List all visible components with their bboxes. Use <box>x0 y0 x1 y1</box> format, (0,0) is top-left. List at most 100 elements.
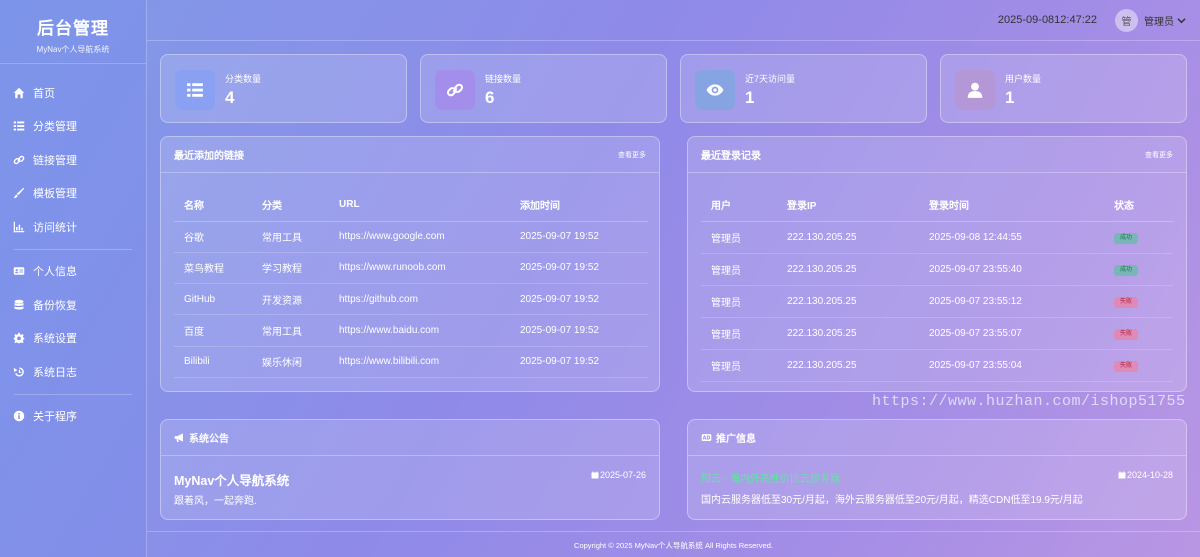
stat-label: 近7天访问量 <box>745 74 796 84</box>
links-table: 名称 分类 URL 添加时间 谷歌 常用工具 https://www.google.… <box>174 189 648 378</box>
cell-ip: 222.130.205.25 <box>777 349 919 382</box>
sidebar-item-backup[interactable]: 备份恢复 <box>0 288 146 322</box>
sidebar-item-stats[interactable]: 访问统计 <box>0 210 146 244</box>
sidebar-item-home[interactable]: 首页 <box>0 76 146 110</box>
brand-title: 后台管理 <box>37 19 109 38</box>
stat-value: 1 <box>1005 88 1015 107</box>
sidebar-item-label: 系统日志 <box>33 366 77 379</box>
status-badge: 失败 <box>1114 296 1138 308</box>
cell-name: 百度 <box>174 314 252 347</box>
sidebar-item-label: 系统设置 <box>33 333 77 346</box>
panel-title: 推广信息 <box>716 434 756 445</box>
table-row: 管理员 222.130.205.25 2025-09-07 23:55:12 失败 <box>701 285 1173 318</box>
stat-card-categories: 分类数量 4 <box>160 54 407 123</box>
table-row: 管理员 222.130.205.25 2025-09-07 23:55:07 失败 <box>701 317 1173 350</box>
sidebar-item-logs[interactable]: 系统日志 <box>0 355 146 389</box>
notice-panel: 系统公告 MyNav个人导航系统 2025-07-26 跟着风，一起奔跑. <box>160 419 660 520</box>
cell-name: 谷歌 <box>174 221 252 253</box>
cell-user: 管理员 <box>701 285 777 318</box>
cell-name: 菜鸟教程 <box>174 252 252 285</box>
notice-body: 跟着风，一起奔跑. <box>174 496 257 507</box>
column-header: 状态 <box>1104 189 1173 222</box>
panel-title-wrap: 系统公告 <box>174 430 229 445</box>
stat-value: 6 <box>485 88 495 107</box>
table-row: GitHub 开发资源 https://github.com 2025-09-07 1… <box>174 283 648 316</box>
table-row: 管理员 222.130.205.25 2025-09-08 12:44:55 成功 <box>701 221 1173 254</box>
list-icon <box>13 120 25 132</box>
cell-time: 2025-09-07 19:52 <box>510 252 648 285</box>
sidebar-item-label: 模板管理 <box>33 188 77 201</box>
sidebar-item-profile[interactable]: 个人信息 <box>0 255 146 289</box>
brand: 后台管理 MyNav个人导航系统 <box>0 0 146 64</box>
promo-body: 国内云服务器低至30元/月起，海外云服务器低至20元/月起，精选CDN低至19.… <box>701 495 1083 506</box>
list-icon <box>186 81 204 99</box>
calendar-icon <box>591 471 599 479</box>
bullhorn-icon <box>174 432 185 443</box>
panel-header: 系统公告 <box>161 420 659 456</box>
cell-url[interactable]: https://github.com <box>329 283 510 316</box>
panel-title: 系统公告 <box>189 434 229 445</box>
sidebar-divider <box>14 248 132 250</box>
sidebar-item-settings[interactable]: 系统设置 <box>0 322 146 356</box>
brush-icon <box>13 187 25 199</box>
stat-label: 用户数量 <box>1005 74 1042 84</box>
cell-category: 开发资源 <box>252 283 329 316</box>
brand-subtitle: MyNav个人导航系统 <box>36 45 110 54</box>
cell-url[interactable]: https://www.baidu.com <box>329 314 510 347</box>
panel-title: 最近添加的链接 <box>174 151 244 162</box>
table-row: 菜鸟教程 学习教程 https://www.runoob.com 2025-09-07… <box>174 252 648 285</box>
status-badge: 失败 <box>1114 328 1138 340</box>
sidebar-item-label: 关于程序 <box>33 411 77 424</box>
column-header: 登录IP <box>777 189 919 222</box>
notice-date-wrap: 2025-07-26 <box>591 470 646 480</box>
panel-header: 推广信息 <box>688 420 1186 456</box>
link-icon <box>446 81 464 99</box>
cell-category: 常用工具 <box>252 221 329 253</box>
view-more-link[interactable]: 查看更多 <box>618 150 646 160</box>
sidebar-item-links[interactable]: 链接管理 <box>0 143 146 177</box>
stat-card-users: 用户数量 1 <box>940 54 1187 123</box>
promo-date-wrap: 2024-10-28 <box>1118 470 1173 480</box>
footer: Copyright © 2025 MyNav个人导航系统 All Rights … <box>147 531 1200 557</box>
sidebar-item-label: 链接管理 <box>33 154 77 167</box>
eye-icon <box>706 81 724 99</box>
promo-panel: 推广信息 阳云 - 海内外高性价比云服务器 2024-10-28 国内云服务器低… <box>687 419 1187 520</box>
promo-link[interactable]: 阳云 - 海内外高性价比云服务器 <box>701 470 840 485</box>
panel-header: 最近登录记录 查看更多 <box>688 137 1186 173</box>
user-menu[interactable]: 管 管理员 <box>1115 9 1186 32</box>
sidebar-item-about[interactable]: 关于程序 <box>0 400 146 434</box>
cell-category: 娱乐休闲 <box>252 346 329 378</box>
sidebar-item-categories[interactable]: 分类管理 <box>0 110 146 144</box>
cell-status: 失败 <box>1104 349 1173 382</box>
cell-url[interactable]: https://www.runoob.com <box>329 252 510 285</box>
cell-name: GitHub <box>174 283 252 316</box>
cell-url[interactable]: https://www.bilibili.com <box>329 346 510 378</box>
chevron-down-icon <box>1177 18 1186 24</box>
panel-header: 最近添加的链接 查看更多 <box>161 137 659 173</box>
logins-table: 用户 登录IP 登录时间 状态 管理员 222.130.205.25 2025-09… <box>701 189 1173 382</box>
notice-heading: MyNav个人导航系统 <box>174 474 290 488</box>
sidebar-item-label: 备份恢复 <box>33 299 77 312</box>
status-badge: 成功 <box>1114 264 1138 276</box>
view-more-link[interactable]: 查看更多 <box>1145 150 1173 160</box>
cell-time: 2025-09-07 23:55:12 <box>919 285 1104 318</box>
history-icon <box>13 366 25 378</box>
chart-icon <box>13 221 25 233</box>
cell-category: 学习教程 <box>252 252 329 285</box>
cell-ip: 222.130.205.25 <box>777 221 919 254</box>
cell-user: 管理员 <box>701 349 777 382</box>
column-header: 添加时间 <box>510 189 648 222</box>
stat-icon-box <box>955 70 995 110</box>
cell-time: 2025-09-07 23:55:04 <box>919 349 1104 382</box>
sidebar-item-templates[interactable]: 模板管理 <box>0 177 146 211</box>
cell-user: 管理员 <box>701 317 777 350</box>
stat-icon-box <box>435 70 475 110</box>
panel-title: 最近登录记录 <box>701 151 761 162</box>
cell-url[interactable]: https://www.google.com <box>329 221 510 253</box>
stat-card-visits: 近7天访问量 1 <box>680 54 927 123</box>
sidebar-divider <box>14 393 132 395</box>
cell-time: 2025-09-07 19:52 <box>510 346 648 378</box>
ad-icon <box>701 432 712 443</box>
cell-time: 2025-09-07 23:55:40 <box>919 253 1104 286</box>
link-icon <box>13 154 25 166</box>
